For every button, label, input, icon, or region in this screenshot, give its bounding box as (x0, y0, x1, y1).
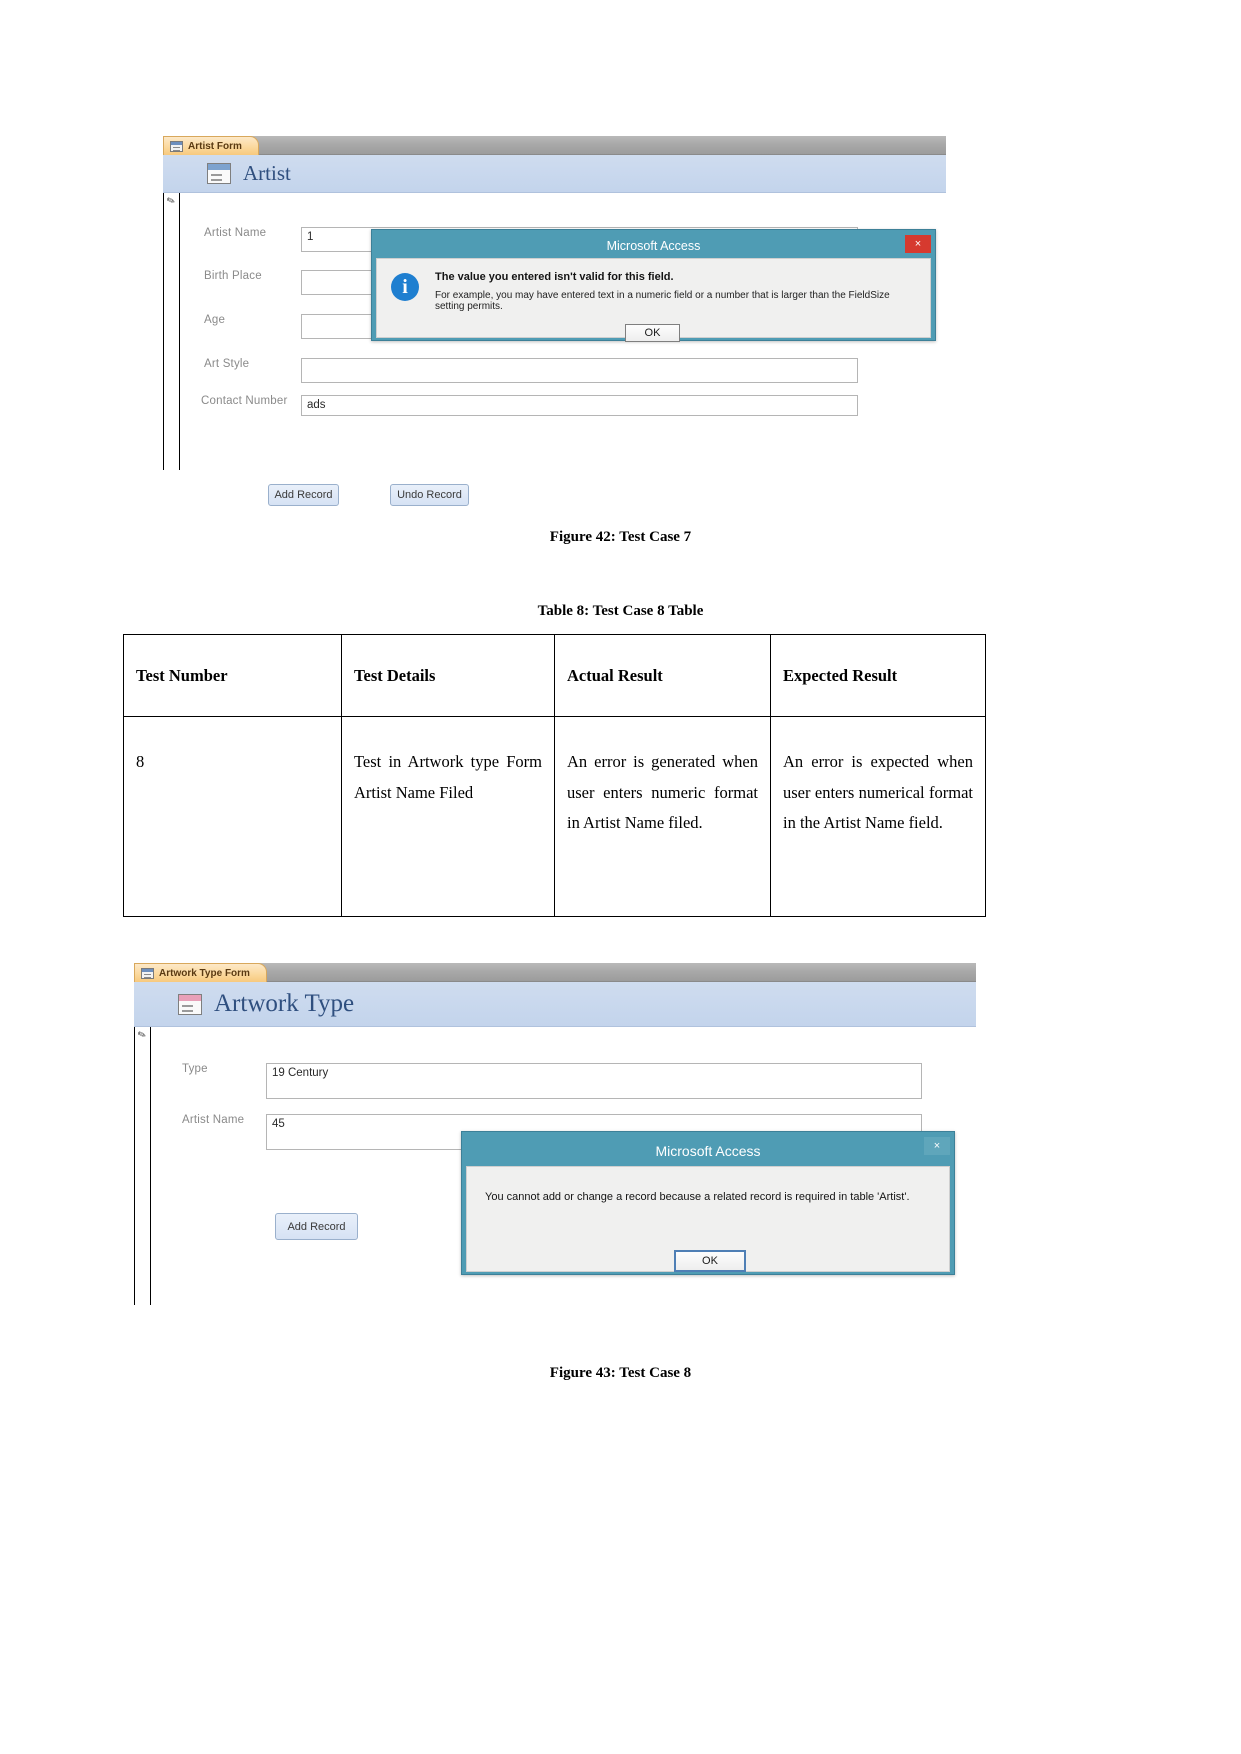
info-icon: i (391, 273, 419, 301)
header-expected-result: Expected Result (770, 634, 986, 717)
record-selector-gutter[interactable]: ✎ (135, 1027, 151, 1305)
artist-form-header: Artist (163, 155, 946, 193)
cell-test-details: Test in Artwork type Form Artist Name Fi… (341, 716, 555, 917)
form-header-icon (178, 993, 202, 1015)
dialog-message: You cannot add or change a record becaus… (485, 1191, 910, 1203)
form-icon (141, 967, 154, 979)
close-icon[interactable]: × (905, 235, 931, 253)
field-row-type: Type 19 Century (182, 1063, 922, 1099)
table-8-caption: Table 8: Test Case 8 Table (537, 603, 704, 619)
dialog-title-bar: Microsoft Access × (466, 1136, 950, 1166)
input-art-style[interactable] (301, 358, 858, 383)
header-actual-result: Actual Result (554, 634, 771, 717)
input-type[interactable]: 19 Century (266, 1063, 922, 1099)
dialog-body: You cannot add or change a record becaus… (466, 1166, 950, 1272)
label-artist-name: Artist Name (204, 227, 267, 239)
artwork-type-form-header: Artwork Type (134, 982, 976, 1027)
dialog-ok-button[interactable]: OK (674, 1250, 746, 1272)
add-record-button[interactable]: Add Record (275, 1213, 358, 1240)
cell-test-number: 8 (123, 716, 342, 917)
form-header-icon (207, 163, 231, 184)
tab-artist-form[interactable]: Artist Form (163, 136, 259, 155)
artist-form-title: Artist (243, 161, 291, 185)
close-icon[interactable]: × (924, 1137, 950, 1155)
artist-form-tab-strip: Artist Form (163, 136, 946, 155)
input-contact-number[interactable]: ads (301, 395, 858, 416)
cell-expected-result: An error is expected when user enters nu… (770, 716, 986, 917)
add-record-button[interactable]: Add Record (268, 484, 339, 506)
edit-pencil-icon: ✎ (136, 1028, 149, 1043)
field-row-art-style: Art Style (204, 358, 858, 383)
cell-actual-result: An error is generated when user enters n… (554, 716, 771, 917)
label-contact-number: Contact Number (201, 395, 288, 407)
label-birth-place: Birth Place (204, 270, 262, 282)
artwork-type-form-title: Artwork Type (214, 990, 355, 1017)
dialog-heading: The value you entered isn't valid for th… (435, 271, 674, 283)
label-artist-name: Artist Name (182, 1114, 245, 1126)
tab-artist-form-label: Artist Form (188, 140, 242, 152)
dialog-title-bar: Microsoft Access × (376, 234, 931, 258)
access-related-record-dialog: Microsoft Access × You cannot add or cha… (461, 1131, 955, 1275)
edit-pencil-icon: ✎ (165, 194, 178, 209)
tab-artwork-type-form-label: Artwork Type Form (159, 967, 250, 979)
dialog-ok-button[interactable]: OK (625, 324, 680, 342)
header-test-details: Test Details (341, 634, 555, 717)
tab-artwork-type-form[interactable]: Artwork Type Form (134, 963, 267, 982)
label-art-style: Art Style (204, 358, 250, 370)
dialog-title-text: Microsoft Access (655, 1143, 761, 1159)
label-type: Type (182, 1063, 208, 1075)
label-age: Age (204, 314, 226, 326)
figure-42-caption: Figure 42: Test Case 7 (549, 529, 692, 545)
table-header-row: Test Number Test Details Actual Result E… (123, 634, 986, 717)
dialog-detail: For example, you may have entered text i… (435, 290, 890, 312)
field-row-contact-number: Contact Number ads (201, 395, 858, 416)
record-selector-gutter[interactable]: ✎ (164, 193, 180, 470)
form-icon (170, 140, 183, 152)
undo-record-button[interactable]: Undo Record (390, 484, 469, 506)
header-test-number: Test Number (123, 634, 342, 717)
artwork-type-tab-strip: Artwork Type Form (134, 963, 976, 982)
access-validation-dialog: Microsoft Access × i The value you enter… (371, 229, 936, 342)
figure-43-caption: Figure 43: Test Case 8 (549, 1365, 692, 1381)
test-case-8-table: Test Number Test Details Actual Result E… (123, 634, 986, 917)
dialog-title-text: Microsoft Access (606, 239, 701, 253)
table-row: 8 Test in Artwork type Form Artist Name … (123, 716, 986, 917)
dialog-body: i The value you entered isn't valid for … (376, 258, 931, 342)
